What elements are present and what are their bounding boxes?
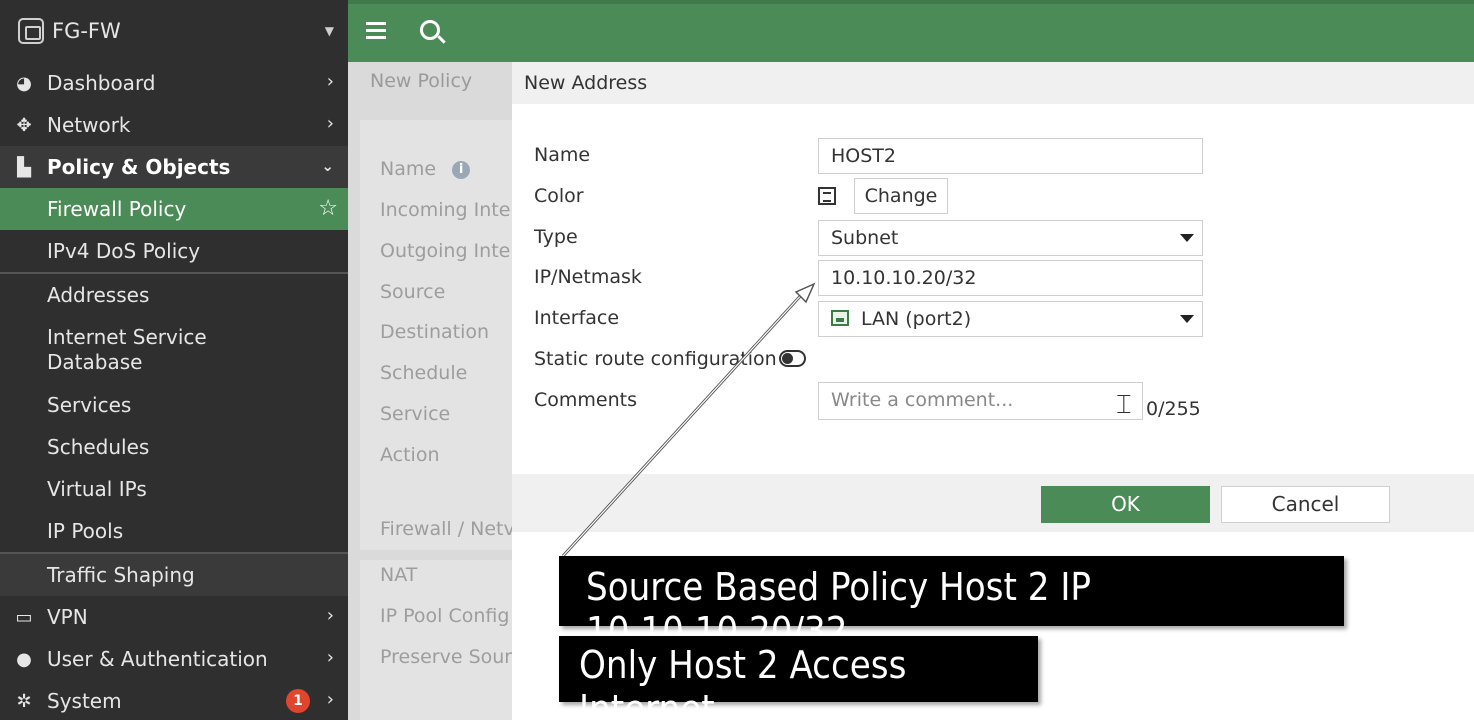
sidebar-item-label: IP Pools (47, 519, 124, 543)
name-value: HOST2 (831, 145, 896, 167)
comments-placeholder: Write a comment... (831, 389, 1014, 411)
sidebar-item-label: Firewall Policy (47, 197, 187, 221)
type-value: Subnet (831, 227, 899, 249)
chevron-down-icon: ⌄ (321, 157, 334, 175)
dialog-title: New Address (512, 62, 1474, 104)
destination-label: Destination (380, 321, 490, 343)
firewall-network-label: Firewall / Netv (380, 518, 515, 540)
sidebar-item-firewall-policy[interactable]: Firewall Policy ☆ (0, 188, 348, 230)
cancel-button[interactable]: Cancel (1221, 486, 1390, 523)
top-bar (348, 0, 1474, 62)
sidebar-item-policy-objects[interactable]: ▙ Policy & Objects ⌄ (0, 146, 348, 188)
dropdown-arrow-icon (1180, 315, 1194, 323)
color-swatch-icon (818, 187, 836, 205)
gear-icon: ✲ (16, 690, 32, 712)
sidebar-item-schedules[interactable]: Schedules (0, 426, 348, 468)
ip-netmask-label: IP/Netmask (534, 266, 642, 288)
chevron-right-icon: › (326, 71, 334, 92)
action-label: Action (380, 444, 440, 466)
dropdown-caret-icon: ▼ (324, 24, 334, 38)
sidebar-item-label: Internet Service Database (47, 325, 207, 374)
ip-netmask-input[interactable]: 10.10.10.20/32 (818, 260, 1203, 296)
user-icon: ● (16, 648, 32, 670)
sidebar-item-label: VPN (47, 605, 88, 629)
preserve-source-label: Preserve Sour (380, 646, 513, 668)
page-title: New Policy (370, 70, 473, 92)
service-label: Service (380, 403, 451, 425)
sidebar-item-label: Schedules (47, 435, 150, 459)
caption-host-access: Only Host 2 Access Internet (559, 636, 1038, 720)
hamburger-menu-icon[interactable] (366, 22, 386, 40)
interface-label: Interface (534, 307, 620, 329)
network-icon: ✥ (16, 114, 32, 136)
sidebar: FG-FW ▼ ◕ Dashboard › ✥ Network › ▙ Poli… (0, 0, 348, 720)
device-name: FG-FW (52, 19, 121, 43)
comments-textarea[interactable]: Write a comment... (818, 382, 1143, 420)
type-select[interactable]: Subnet (818, 220, 1203, 256)
comments-label: Comments (534, 389, 637, 411)
ip-pool-config-label: IP Pool Config (380, 605, 510, 627)
name-label: Name (534, 144, 591, 166)
outgoing-interface-label: Outgoing Inter (380, 240, 519, 262)
laptop-icon: ▭ (15, 606, 33, 628)
source-label: Source (380, 281, 446, 303)
info-icon: i (452, 161, 471, 179)
schedule-label: Schedule (380, 362, 468, 384)
dashboard-icon: ◕ (16, 72, 32, 94)
sidebar-item-ipv4-dos-policy[interactable]: IPv4 DoS Policy (0, 230, 348, 272)
search-icon[interactable] (420, 20, 440, 40)
static-route-toggle[interactable] (779, 350, 806, 367)
sidebar-item-internet-service-database[interactable]: Internet Service Database (0, 316, 348, 384)
sidebar-item-label: Network (47, 113, 131, 137)
text-cursor-icon: ⌶ (1116, 390, 1132, 420)
sidebar-item-label: Virtual IPs (47, 477, 147, 501)
sidebar-item-label: Addresses (47, 283, 150, 307)
sidebar-item-system[interactable]: ✲ System 1 › (0, 680, 348, 720)
sidebar-item-label: IPv4 DoS Policy (47, 239, 201, 263)
caption-source-policy: Source Based Policy Host 2 IP 10.10.10.2… (559, 556, 1344, 653)
ip-netmask-value: 10.10.10.20/32 (831, 267, 977, 289)
sidebar-item-virtual-ips[interactable]: Virtual IPs (0, 468, 348, 510)
sidebar-item-label: Services (47, 393, 132, 417)
chevron-right-icon: › (326, 647, 334, 668)
policy-name-label: Name i (380, 158, 471, 180)
sidebar-item-vpn[interactable]: ▭ VPN › (0, 596, 348, 638)
sidebar-item-dashboard[interactable]: ◕ Dashboard › (0, 62, 348, 104)
chevron-right-icon: › (326, 689, 334, 710)
dropdown-arrow-icon (1180, 234, 1194, 242)
fortigate-logo-icon (18, 18, 44, 44)
sidebar-item-label: System (47, 689, 122, 713)
sidebar-item-label: Policy & Objects (47, 155, 231, 179)
chevron-right-icon: › (326, 113, 334, 134)
sidebar-item-ip-pools[interactable]: IP Pools (0, 510, 348, 552)
sidebar-item-label: Traffic Shaping (47, 563, 195, 587)
sidebar-item-addresses[interactable]: Addresses (0, 274, 348, 316)
new-policy-panel: New Policy Name i Incoming Inter Outgoing… (348, 62, 518, 720)
sidebar-item-traffic-shaping[interactable]: Traffic Shaping (0, 554, 348, 596)
notification-badge: 1 (286, 689, 310, 713)
sidebar-item-services[interactable]: Services (0, 384, 348, 426)
interface-select[interactable]: LAN (port2) (818, 301, 1203, 337)
incoming-interface-label: Incoming Inter (380, 199, 519, 221)
name-input[interactable]: HOST2 (818, 138, 1203, 174)
change-color-button[interactable]: Change (854, 178, 948, 214)
color-label: Color (534, 185, 584, 207)
character-count: 0/255 (1146, 398, 1201, 420)
static-route-label: Static route configuration (534, 348, 777, 370)
star-icon[interactable]: ☆ (318, 196, 338, 221)
device-selector[interactable]: FG-FW ▼ (0, 0, 348, 62)
sidebar-item-user-authentication[interactable]: ● User & Authentication › (0, 638, 348, 680)
interface-value: LAN (port2) (861, 308, 972, 330)
network-port-icon (831, 310, 849, 326)
chevron-right-icon: › (326, 605, 334, 626)
policy-icon: ▙ (17, 156, 31, 178)
sidebar-item-label: Dashboard (47, 71, 156, 95)
type-label: Type (534, 226, 578, 248)
ok-button[interactable]: OK (1041, 486, 1210, 523)
sidebar-item-network[interactable]: ✥ Network › (0, 104, 348, 146)
sidebar-item-label: User & Authentication (47, 647, 268, 671)
nat-label: NAT (380, 564, 418, 586)
